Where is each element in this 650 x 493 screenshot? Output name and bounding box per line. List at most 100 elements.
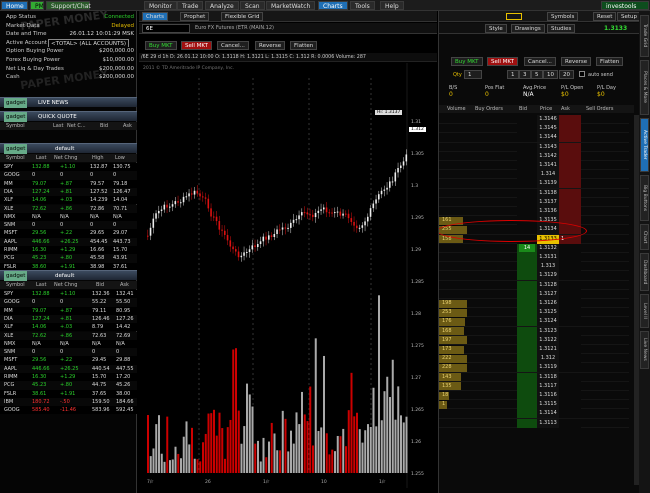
ladder-ask-cell[interactable]	[559, 409, 581, 419]
tab-charts[interactable]: Charts	[318, 1, 348, 10]
ladder-bid-cell[interactable]	[517, 409, 537, 419]
flatten-button[interactable]: Flatten	[596, 57, 624, 66]
ladder-bid-cell[interactable]	[517, 262, 537, 272]
ladder-bid-cell[interactable]	[517, 354, 537, 364]
ladder-bid-cell[interactable]	[517, 115, 537, 124]
ladder-row[interactable]: 1.3138	[439, 188, 629, 198]
ladder-bid-cell[interactable]	[517, 372, 537, 382]
ladder-bid-cell[interactable]	[517, 299, 537, 308]
vtab-item[interactable]: Active Trader	[640, 117, 649, 173]
ladder-bid-cell[interactable]	[517, 271, 537, 281]
ladder-ask-cell[interactable]	[559, 418, 581, 428]
watchlist-row[interactable]: RIMM 16.30 +1.29 15.70 17.20	[0, 373, 137, 382]
symbols-button[interactable]: Symbols	[547, 12, 579, 21]
ladder-row[interactable]: 1.3137	[439, 197, 629, 207]
ladder-ask-cell[interactable]	[559, 151, 581, 161]
ladder-row[interactable]: 135 1.3117	[439, 381, 629, 391]
watchlist-row[interactable]: DIA 127.24 +.81 126.46 127.26	[0, 314, 137, 324]
drawings-button[interactable]: Drawings	[511, 24, 545, 33]
ladder-ask-cell[interactable]	[559, 299, 581, 308]
live-news-header[interactable]: gadget LIVE NEWS	[0, 97, 137, 108]
ladder-ask-cell[interactable]	[559, 124, 581, 134]
style-button[interactable]: Style	[485, 24, 507, 33]
vtab-item[interactable]: Chart	[640, 224, 649, 251]
ladder-row[interactable]: 1.3141	[439, 161, 629, 171]
watchlist-row[interactable]: SNM 0 0 0 0	[0, 348, 137, 357]
ladder-row[interactable]: 168 1.3123	[439, 326, 629, 336]
ladder-row[interactable]: 197 1.3122	[439, 335, 629, 345]
ladder-row[interactable]: 1.3143	[439, 142, 629, 152]
ladder-row[interactable]: 1.3131	[439, 253, 629, 263]
ladder-ask-cell[interactable]	[559, 253, 581, 262]
ladder-row[interactable]: 1.314	[439, 170, 629, 180]
ladder-ask-cell[interactable]	[559, 188, 581, 198]
ladder-bid-cell[interactable]	[517, 124, 537, 134]
ladder-ask-cell[interactable]	[559, 170, 581, 180]
ladder-bid-cell[interactable]	[517, 133, 537, 143]
tab-analyze[interactable]: Analyze	[205, 1, 239, 10]
ladder-ask-cell[interactable]	[559, 308, 581, 318]
pm-button[interactable]: PM	[30, 1, 44, 10]
ladder-row[interactable]: 1.3128	[439, 280, 629, 290]
ladder-ask-cell[interactable]	[559, 363, 581, 373]
ladder-row[interactable]: 1.3139	[439, 179, 629, 189]
ladder-ask-cell[interactable]	[559, 179, 581, 189]
ladder-row[interactable]: 1.3129	[439, 271, 629, 281]
ladder-row[interactable]: 1.3136	[439, 207, 629, 217]
ladder-bid-cell[interactable]	[517, 335, 537, 345]
watchlist-row[interactable]: MM 79.07 +.87 79.57 79.18	[0, 179, 137, 188]
ladder-ask-cell[interactable]	[559, 354, 581, 364]
ladder-ask-cell[interactable]	[559, 391, 581, 400]
watchlist-row[interactable]: SNM 0 0 0 0	[0, 221, 137, 230]
price-volume-chart[interactable]: 1.31 1.305 1.3 1.295 1.29 1.285 1.28 1.275 1.27 1…	[139, 63, 437, 488]
ladder-row[interactable]: 143 1.3118	[439, 372, 629, 382]
tab-marketwatch[interactable]: MarketWatch	[266, 1, 316, 10]
tab-tools[interactable]: Tools	[350, 1, 375, 10]
qty-1-button[interactable]: 1	[507, 70, 519, 79]
watchlist2-header[interactable]: gadget default	[0, 270, 137, 281]
support-chat-button[interactable]: Support/Chat	[46, 1, 91, 10]
qty-10-button[interactable]: 10	[543, 70, 558, 79]
tab-scan[interactable]: Scan	[240, 1, 265, 10]
vtab-item[interactable]: Live News	[640, 330, 649, 369]
ladder-row[interactable]: 198 1.3126	[439, 299, 629, 309]
ladder-bid-cell[interactable]	[517, 308, 537, 318]
watchlist-header[interactable]: gadget default	[0, 143, 137, 154]
prophet-subtab[interactable]: Prophet	[180, 12, 210, 21]
watchlist-row[interactable]: MSFT 29.56 +.22 29.45 29.88	[0, 356, 137, 365]
ladder-ask-cell[interactable]	[559, 262, 581, 272]
ladder-bid-cell[interactable]	[517, 170, 537, 180]
ladder-bid-cell[interactable]	[517, 381, 537, 391]
watchlist-row[interactable]: GOOG 0 0 0 0	[0, 171, 137, 180]
auto-send-checkbox[interactable]	[579, 71, 585, 77]
ladder-bid-cell[interactable]	[517, 197, 537, 207]
reset-button[interactable]: Reset	[593, 12, 617, 21]
ladder-row[interactable]: 1.3145	[439, 124, 629, 134]
vtab-item[interactable]: Trade Grid	[640, 15, 649, 57]
ladder-bid-cell[interactable]	[517, 253, 537, 262]
ladder-bid-cell[interactable]	[517, 289, 537, 299]
watchlist-row[interactable]: NMX N/A N/A N/A N/A	[0, 339, 137, 349]
ladder-ask-cell[interactable]	[559, 372, 581, 382]
ladder-ask-cell[interactable]	[559, 326, 581, 336]
ladder-row[interactable]: 1 1.3115	[439, 400, 629, 410]
ladder-ask-cell[interactable]	[559, 400, 581, 410]
vtab-item[interactable]: Dashboard	[640, 253, 649, 292]
ladder-row[interactable]: 1.3127	[439, 289, 629, 299]
ladder-bid-cell[interactable]	[517, 179, 537, 189]
watchlist-row[interactable]: MM 79.07 +.87 79.11 80.95	[0, 306, 137, 315]
ladder-row[interactable]: 1.3114	[439, 409, 629, 419]
ladder-bid-cell[interactable]	[517, 142, 537, 152]
watchlist-row[interactable]: AAPL 446.66 +26.25 440.54 447.55	[0, 364, 137, 373]
vtab-item[interactable]: Level II	[640, 294, 649, 328]
ladder-bid-cell[interactable]	[517, 391, 537, 400]
price-ladder[interactable]: 1.3146 1.3145 1.3144 1.3143 1.3142 1.314…	[439, 115, 634, 493]
ladder-ask-cell[interactable]	[559, 280, 581, 290]
ladder-row[interactable]: 1.3113	[439, 418, 629, 428]
ladder-bid-cell[interactable]	[517, 345, 537, 354]
ladder-row[interactable]: 1.313	[439, 262, 629, 272]
watchlist-row[interactable]: XLE 72.62 +.86 72.63 72.69	[0, 331, 137, 340]
watchlist-row[interactable]: GOOG 585.40 -11.46 583.96 592.45	[0, 406, 137, 415]
charts-subtab[interactable]: Charts	[142, 12, 168, 21]
chart-reverse-button[interactable]: Reverse	[255, 41, 286, 50]
